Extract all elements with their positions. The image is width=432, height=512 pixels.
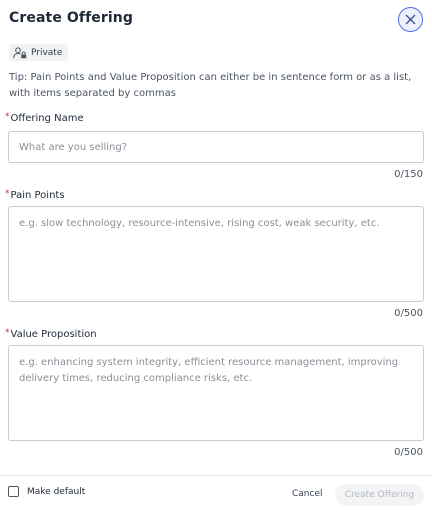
required-marker: * [5, 189, 10, 199]
value-proposition-textarea[interactable] [8, 345, 424, 441]
pain-points-label-text: Pain Points [10, 190, 65, 201]
close-button[interactable] [398, 7, 423, 32]
value-proposition-label: * Value Proposition [5, 328, 97, 341]
cancel-button[interactable]: Cancel [286, 486, 329, 502]
pain-points-counter: 0/500 [394, 308, 423, 319]
offering-name-label: * Offering Name [5, 112, 84, 125]
visibility-badge: Private [9, 44, 69, 61]
offering-name-counter: 0/150 [394, 169, 423, 180]
make-default-toggle[interactable]: Make default [8, 486, 85, 497]
make-default-checkbox[interactable] [8, 486, 19, 497]
close-icon [405, 14, 416, 25]
value-proposition-label-text: Value Proposition [10, 329, 97, 340]
pain-points-label: * Pain Points [5, 189, 65, 202]
required-marker: * [5, 328, 10, 338]
create-offering-button[interactable]: Create Offering [335, 484, 424, 506]
footer-divider [0, 475, 432, 476]
offering-name-input[interactable] [8, 131, 424, 163]
make-default-label: Make default [27, 486, 86, 497]
user-lock-icon [13, 46, 27, 58]
visibility-label: Private [31, 47, 63, 58]
tip-text: Tip: Pain Points and Value Proposition c… [9, 72, 412, 99]
value-proposition-counter: 0/500 [394, 447, 423, 458]
required-marker: * [5, 112, 10, 122]
modal-title: Create Offering [9, 10, 133, 26]
create-offering-modal: Create Offering Private Tip: Pain Points… [0, 0, 432, 512]
pain-points-textarea[interactable] [8, 206, 424, 302]
offering-name-label-text: Offering Name [10, 113, 84, 124]
